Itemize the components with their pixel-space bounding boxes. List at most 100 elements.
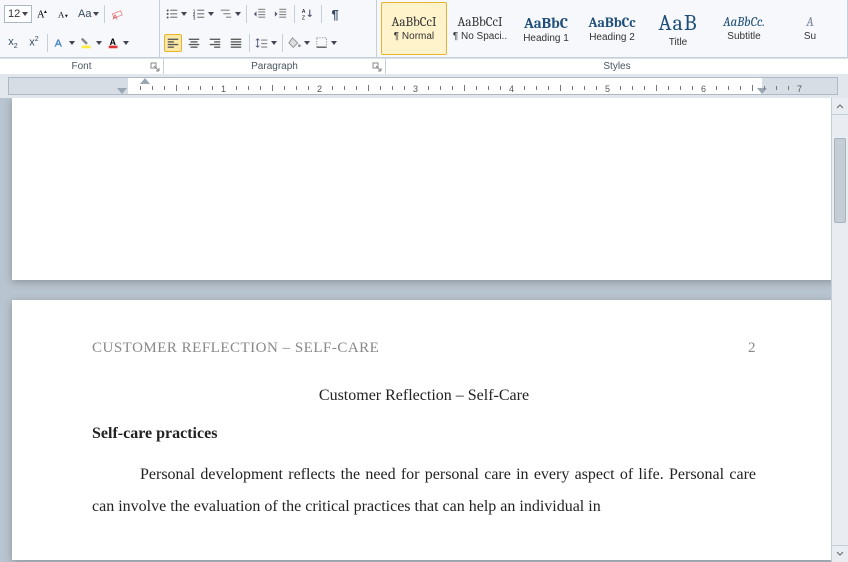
style-name: Subtitle xyxy=(727,31,760,42)
line-spacing-button[interactable] xyxy=(254,34,278,52)
clear-formatting-button[interactable]: A xyxy=(109,5,127,23)
svg-text:A: A xyxy=(55,37,62,49)
separator xyxy=(104,5,105,23)
ribbon-group-paragraph: 123 AZ ¶ xyxy=(160,0,377,57)
style-chip-heading-2[interactable]: AaBbCcHeading 2 xyxy=(579,2,645,55)
scroll-down-button[interactable] xyxy=(832,545,848,562)
style-name: Heading 1 xyxy=(523,33,569,44)
scroll-up-button[interactable] xyxy=(832,98,848,115)
dialog-launcher-icon[interactable] xyxy=(150,62,160,72)
style-name: ¶ Normal xyxy=(394,31,434,42)
style-chip--normal[interactable]: AaBbCcI¶ Normal xyxy=(381,2,447,55)
style-name: Su xyxy=(804,31,816,42)
style-chip-subtitle[interactable]: AaBbCc.Subtitle xyxy=(711,2,777,55)
justify-icon xyxy=(229,36,243,50)
style-preview: AaBbC xyxy=(524,14,568,32)
section-heading: Self-care practices xyxy=(92,425,756,443)
ribbon-group-font: 12 A▴ A▾ Aa A x2 x2 A A xyxy=(0,0,160,57)
align-left-icon xyxy=(166,36,180,50)
document-title: Customer Reflection – Self-Care xyxy=(92,387,756,405)
page-2[interactable]: CUSTOMER REFLECTION – SELF-CARE 2 Custom… xyxy=(12,300,836,560)
svg-text:3: 3 xyxy=(193,16,196,21)
subscript-button[interactable]: x2 xyxy=(4,34,22,52)
font-color-button[interactable]: A xyxy=(106,34,130,52)
superscript-button[interactable]: x2 xyxy=(25,34,43,52)
vertical-scrollbar[interactable] xyxy=(831,98,848,562)
align-center-button[interactable] xyxy=(185,34,203,52)
chevron-up-icon xyxy=(836,102,844,110)
text-effects-button[interactable]: A xyxy=(52,34,76,52)
borders-button[interactable] xyxy=(314,34,338,52)
bullets-button[interactable] xyxy=(164,5,188,23)
change-case-button[interactable]: Aa xyxy=(77,5,100,23)
body-paragraph: Personal development reflects the need f… xyxy=(92,459,756,523)
indent-icon xyxy=(274,7,288,21)
separator xyxy=(294,5,295,23)
align-left-button[interactable] xyxy=(164,34,182,52)
document-area: CUSTOMER REFLECTION – SELF-CARE 2 Custom… xyxy=(0,98,848,562)
svg-text:A: A xyxy=(113,15,118,22)
svg-text:▾: ▾ xyxy=(65,14,68,20)
ruler-number: 6 xyxy=(701,84,706,94)
multilevel-icon xyxy=(219,7,233,21)
style-chip-su[interactable]: ASu xyxy=(777,2,843,55)
eraser-icon: A xyxy=(111,7,125,21)
ribbon-group-styles: AaBbCcI¶ NormalAaBbCcI¶ No Spaci..AaBbCH… xyxy=(377,0,848,57)
svg-text:▴: ▴ xyxy=(44,9,47,15)
page-number: 2 xyxy=(748,340,756,357)
styles-gallery[interactable]: AaBbCcI¶ NormalAaBbCcI¶ No Spaci..AaBbCH… xyxy=(377,0,847,57)
align-right-button[interactable] xyxy=(206,34,224,52)
shrink-font-button[interactable]: A▾ xyxy=(56,5,74,23)
chevron-down-icon xyxy=(836,550,844,558)
borders-icon xyxy=(315,36,329,50)
ruler-area: 1234567 xyxy=(0,74,848,98)
numbering-icon: 123 xyxy=(192,7,206,21)
decrease-indent-button[interactable] xyxy=(251,5,269,23)
horizontal-ruler[interactable]: 1234567 xyxy=(8,77,838,95)
hanging-indent-marker[interactable] xyxy=(117,88,127,94)
shading-button[interactable] xyxy=(287,34,311,52)
ruler-number: 1 xyxy=(221,84,226,94)
highlight-button[interactable] xyxy=(79,34,103,52)
font-size-combo[interactable]: 12 xyxy=(4,5,32,23)
style-preview: A xyxy=(806,15,814,30)
style-name: Heading 2 xyxy=(589,32,635,43)
align-center-icon xyxy=(187,36,201,50)
group-label-paragraph: Paragraph xyxy=(164,58,386,74)
numbering-button[interactable]: 123 xyxy=(191,5,215,23)
separator xyxy=(47,34,48,52)
sort-button[interactable]: AZ xyxy=(299,5,317,23)
dialog-launcher-icon[interactable] xyxy=(372,62,382,72)
grow-font-icon: A▴ xyxy=(37,7,51,21)
shrink-font-icon: A▾ xyxy=(58,7,72,21)
ruler-number: 4 xyxy=(509,84,514,94)
style-chip--no-spaci-[interactable]: AaBbCcI¶ No Spaci.. xyxy=(447,2,513,55)
increase-indent-button[interactable] xyxy=(272,5,290,23)
group-label-font: Font xyxy=(0,58,164,74)
first-line-indent-marker[interactable] xyxy=(140,78,150,84)
separator xyxy=(246,5,247,23)
font-color-icon: A xyxy=(107,36,121,50)
ribbon: 12 A▴ A▾ Aa A x2 x2 A A 123 xyxy=(0,0,848,58)
running-header: CUSTOMER REFLECTION – SELF-CARE 2 xyxy=(92,340,756,357)
bucket-icon xyxy=(288,36,302,50)
style-chip-title[interactable]: AaBTitle xyxy=(645,2,711,55)
sort-icon: AZ xyxy=(301,7,315,21)
right-indent-marker[interactable] xyxy=(757,88,767,94)
svg-text:Z: Z xyxy=(302,16,306,22)
grow-font-button[interactable]: A▴ xyxy=(35,5,53,23)
style-preview: AaBbCcI xyxy=(392,15,437,30)
align-right-icon xyxy=(208,36,222,50)
scrollbar-thumb[interactable] xyxy=(834,138,846,223)
show-marks-button[interactable]: ¶ xyxy=(326,5,344,23)
separator xyxy=(249,34,250,52)
justify-button[interactable] xyxy=(227,34,245,52)
style-chip-heading-1[interactable]: AaBbCHeading 1 xyxy=(513,2,579,55)
style-preview: AaB xyxy=(658,10,697,36)
style-preview: AaBbCcI xyxy=(458,15,503,30)
page-1-bottom[interactable] xyxy=(12,98,836,280)
style-preview: AaBbCc. xyxy=(723,15,765,30)
line-spacing-icon xyxy=(255,36,269,50)
group-label-styles: Styles xyxy=(386,58,848,74)
multilevel-list-button[interactable] xyxy=(218,5,242,23)
